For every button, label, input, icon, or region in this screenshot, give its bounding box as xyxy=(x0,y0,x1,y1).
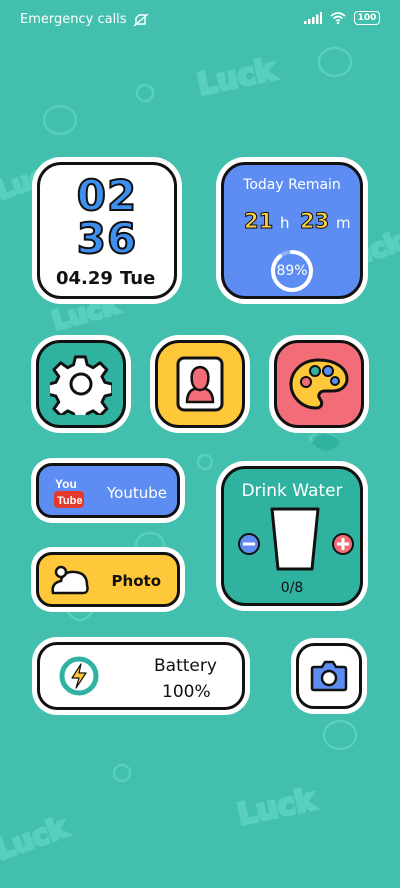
status-icons: 100 xyxy=(304,11,380,25)
youtube-label: Youtube xyxy=(107,484,167,502)
battery-label: Battery xyxy=(154,656,217,676)
luck-text-6: Luck xyxy=(0,810,72,866)
luck-text-1: Luck xyxy=(194,52,279,103)
youtube-widget[interactable]: You Tube Youtube xyxy=(36,463,180,518)
status-bar: Emergency calls 100 xyxy=(0,0,400,40)
remain-hours: 21 xyxy=(243,209,274,234)
remain-percent: 89% xyxy=(276,263,308,279)
svg-text:Tube: Tube xyxy=(57,495,82,507)
drink-water-widget[interactable]: Drink Water 0/8 xyxy=(221,466,363,606)
clock-date: 04.29 xyxy=(56,268,113,289)
camera-app-button[interactable] xyxy=(296,643,362,709)
photo-label: Photo xyxy=(111,572,161,590)
wifi-icon xyxy=(330,12,346,24)
svg-text:You: You xyxy=(55,477,77,491)
no-sim-icon xyxy=(133,12,149,27)
battery-status-icon: 100 xyxy=(354,11,380,25)
water-cup-icon xyxy=(270,507,320,571)
settings-app-button[interactable] xyxy=(36,340,126,428)
contacts-app-button[interactable] xyxy=(155,340,245,428)
water-increase-button[interactable] xyxy=(332,533,354,555)
photo-widget[interactable]: Photo xyxy=(36,552,180,607)
youtube-logo-icon: You Tube xyxy=(54,477,84,508)
drink-water-title: Drink Water xyxy=(241,481,343,501)
settings-gear-icon xyxy=(50,355,112,415)
contact-card-icon xyxy=(176,356,224,412)
luck-text-5: Luck xyxy=(234,782,319,833)
heart-decoration xyxy=(312,434,340,451)
camera-icon xyxy=(310,660,348,692)
carrier-text: Emergency calls xyxy=(20,12,127,27)
water-count: 0/8 xyxy=(280,580,304,596)
photo-icon xyxy=(51,565,89,595)
clock-widget[interactable]: 02 36 04.29 Tue xyxy=(37,162,177,299)
battery-value: 100% xyxy=(162,682,211,702)
clock-hours: 02 xyxy=(76,171,138,220)
remain-minutes: 23 xyxy=(299,209,330,234)
water-decrease-button[interactable] xyxy=(238,533,260,555)
clock-minutes: 36 xyxy=(76,214,138,263)
signal-icon xyxy=(304,12,322,24)
battery-charging-icon xyxy=(59,656,99,696)
clock-day: Tue xyxy=(120,268,156,289)
remain-hours-unit: h xyxy=(280,214,290,232)
battery-widget[interactable]: Battery 100% xyxy=(37,642,245,710)
carrier-info: Emergency calls xyxy=(20,12,149,27)
background-decoration: Luck Luck Luck Luck Luck Luck xyxy=(0,46,400,868)
today-remain-title: Today Remain xyxy=(243,177,341,193)
theme-app-button[interactable] xyxy=(274,340,364,428)
palette-icon xyxy=(289,358,349,410)
today-remain-widget[interactable]: Today Remain 21 h 23 m 89% xyxy=(221,162,363,299)
remain-minutes-unit: m xyxy=(336,214,351,232)
